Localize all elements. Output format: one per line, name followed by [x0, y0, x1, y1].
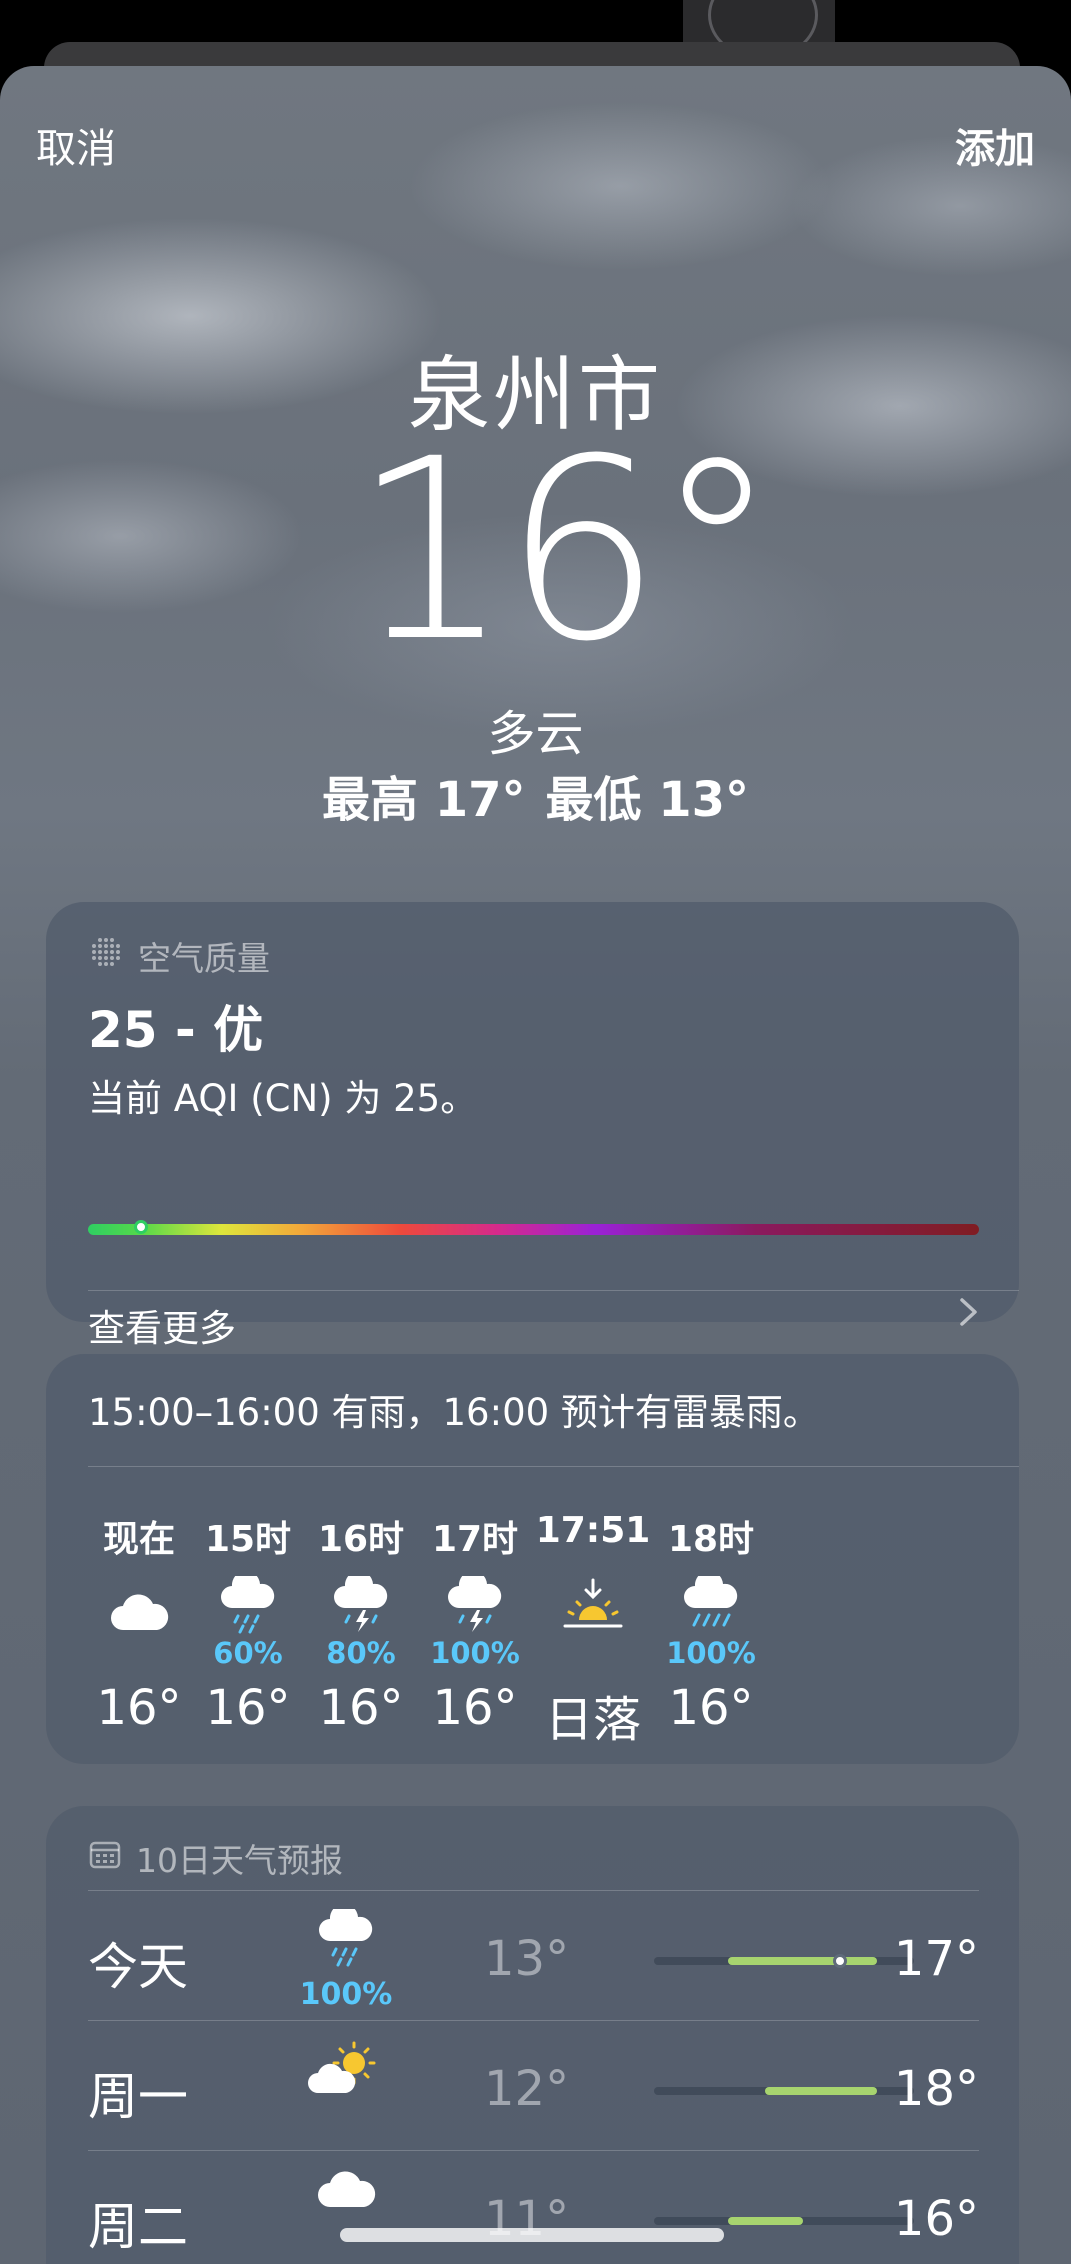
temperature-range-bar	[654, 1954, 914, 1968]
aqi-value: 25 - 优	[88, 1001, 264, 1059]
weather-condition: 多云	[487, 706, 584, 762]
aqi-description: 当前 AQI (CN) 为 25。	[88, 1077, 478, 1120]
air-quality-title: 空气质量	[138, 939, 270, 978]
day-name: 今天	[88, 1938, 188, 1996]
hourly-item: 18时 100% 16°	[636, 1510, 786, 1736]
air-quality-card[interactable]: 空气质量 25 - 优 当前 AQI (CN) 为 25。 查看更多	[46, 902, 1019, 1350]
low-temperature: 12°	[484, 2061, 570, 2117]
air-quality-icon	[88, 934, 124, 978]
high-temperature: 最高 17°	[321, 772, 526, 828]
daily-forecast-row[interactable]: 周二 11° 16°	[88, 2150, 979, 2264]
cancel-button[interactable]: 取消	[36, 116, 116, 174]
daily-forecast-row[interactable]: 周一 12° 18°	[88, 2020, 979, 2151]
calendar-icon	[88, 1837, 122, 1879]
precipitation-chance: 100%	[666, 1636, 756, 1670]
hourly-forecast-list[interactable]: 现在 16° 15时 60% 16° 16时 80% 16° 17时 100% 16° 17:51 日落…	[46, 1510, 1019, 1750]
ten-day-header: 10日天气预报	[88, 1834, 343, 1882]
ten-day-forecast-card[interactable]: 10日天气预报 今天 100% 13° 17° 周一 12° 18° 周二 11° 16°	[46, 1806, 1019, 2264]
partly-sunny-icon	[306, 2039, 386, 2103]
precipitation-summary: 15:00–16:00 有雨，16:00 预计有雷暴雨。	[88, 1391, 820, 1434]
chevron-right-icon	[957, 1292, 981, 1342]
temperature-range-bar	[654, 2217, 914, 2225]
hour-label: 18时	[667, 1519, 755, 1560]
ten-day-title: 10日天气预报	[136, 1841, 343, 1880]
high-temperature: 17°	[893, 1931, 979, 1987]
low-temperature: 最低 13°	[545, 772, 750, 828]
air-quality-header: 空气质量	[88, 932, 270, 980]
precipitation-chance: 100%	[299, 1977, 393, 2012]
low-temperature: 13°	[484, 1931, 570, 1987]
heavy-rain-icon	[636, 1572, 786, 1636]
temperature-range-fill	[728, 2217, 803, 2225]
temperature-range-bar	[654, 2087, 914, 2095]
aqi-scale-bar	[88, 1224, 979, 1235]
temperature-range-fill	[765, 2087, 877, 2095]
daily-forecast-row[interactable]: 今天 100% 13° 17°	[88, 1890, 979, 2021]
high-temperature: 18°	[893, 2061, 979, 2117]
cloud-icon	[306, 2169, 386, 2217]
high-low-temperature: 最高 17° 最低 13°	[0, 760, 1071, 830]
high-temperature: 16°	[893, 2191, 979, 2247]
rain-cloud-icon	[306, 1903, 386, 1973]
hour-value: 16°	[668, 1680, 754, 1736]
weather-preview-sheet: 取消 添加 泉州市 16° 多云 最高 17° 最低 13° 空气质量 25 -…	[0, 66, 1071, 2264]
day-name: 周一	[88, 2068, 188, 2126]
home-indicator[interactable]	[340, 2228, 724, 2242]
see-more-label: 查看更多	[88, 1307, 236, 1350]
hourly-forecast-card[interactable]: 15:00–16:00 有雨，16:00 预计有雷暴雨。 现在 16° 15时 60%…	[46, 1354, 1019, 1764]
current-temperature: 16°	[351, 405, 779, 696]
current-temperature-dot	[832, 1954, 847, 1968]
add-button[interactable]: 添加	[955, 116, 1035, 174]
divider	[88, 1466, 1019, 1467]
temperature-range-fill	[728, 1957, 877, 1965]
day-name: 周二	[88, 2198, 188, 2256]
